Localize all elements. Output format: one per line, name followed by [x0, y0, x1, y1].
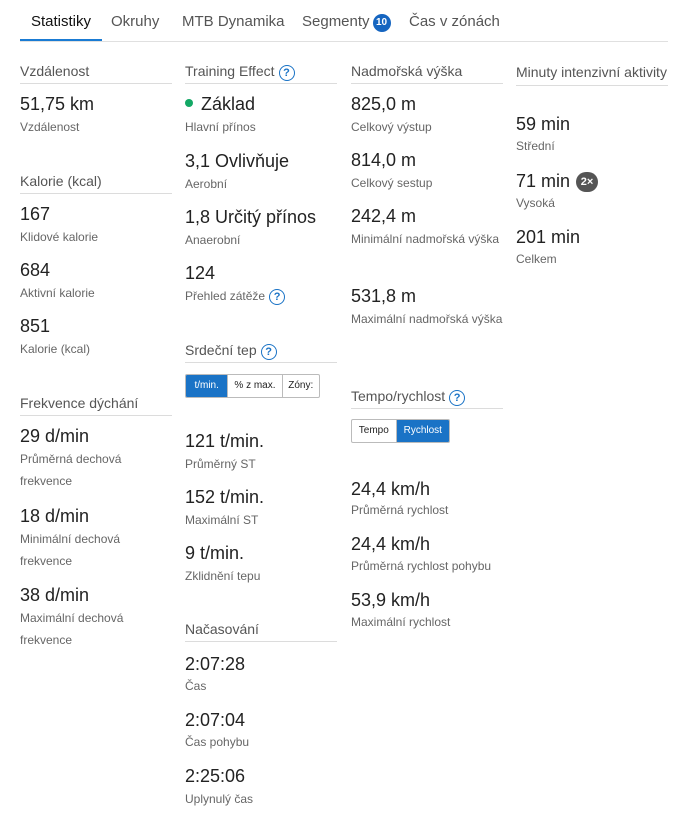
section-title-intensity: Minuty intenzivní aktivity: [516, 61, 668, 86]
stat-label: Čas: [185, 679, 207, 693]
toggle-zones[interactable]: Zóny:: [283, 375, 319, 397]
stat-label: Klidové kalorie: [20, 230, 99, 244]
stat-label: Maximální nadmořská výška: [351, 312, 503, 326]
stat-value: 53,9 km/h: [351, 590, 431, 610]
stat-value: 18 d/min: [20, 506, 90, 526]
stat-value: 71 min 2×: [516, 170, 599, 192]
stat-label: Maximální ST: [185, 513, 259, 527]
stat-value: 684: [20, 260, 51, 280]
column-2: Training Effect? Základ Hlavní přínos 3,…: [185, 0, 337, 828]
stat-value: 2:07:04: [185, 710, 246, 730]
stat-value: 1,8 Určitý přínos: [185, 207, 317, 227]
section-title-text: Training Effect: [185, 63, 275, 79]
stat-label: Hlavní přínos: [185, 120, 256, 134]
section-title-elevation: Nadmořská výška: [351, 61, 503, 84]
stat-value: 152 t/min.: [185, 487, 265, 507]
stat-value: 531,8 m: [351, 286, 417, 306]
stat-value: 24,4 km/h: [351, 479, 431, 499]
section-title-text: Tempo/rychlost: [351, 388, 446, 404]
help-icon[interactable]: ?: [260, 344, 277, 360]
stat-value: 51,75 km: [20, 94, 95, 114]
section-title-text: Srdeční tep: [185, 342, 257, 358]
section-title-speed: Tempo/rychlost?: [351, 386, 503, 409]
stat-value: 121 t/min.: [185, 431, 265, 451]
stat-label: Uplynulý čas: [185, 792, 254, 806]
section-title-calories: Kalorie (kcal): [20, 171, 172, 194]
stat-label: Aktivní kalorie: [20, 286, 95, 300]
heart-rate-unit-toggle: t/min. % z max. Zóny:: [185, 374, 320, 398]
stat-value: 124: [185, 263, 216, 283]
stat-value: 167: [20, 204, 51, 224]
stat-label: Zklidnění tepu: [185, 569, 261, 583]
section-title-distance: Vzdálenost: [20, 61, 172, 84]
stat-value: 3,1 Ovlivňuje: [185, 151, 290, 171]
stat-value-text: Základ: [201, 94, 256, 114]
stat-value: 38 d/min: [20, 585, 90, 605]
stat-label: Maximální rychlost: [351, 615, 451, 629]
stat-value: 825,0 m: [351, 94, 417, 114]
stat-label: Průměrný ST: [185, 457, 256, 471]
toggle-speed[interactable]: Rychlost: [396, 420, 449, 442]
stat-label: Anaerobní: [185, 233, 241, 247]
stat-label: Celkový sestup: [351, 176, 433, 190]
stat-value-text: 71 min: [516, 171, 571, 191]
stat-label: Vysoká: [516, 196, 555, 210]
section-title-breathing: Frekvence dýchání: [20, 393, 172, 416]
stat-value: 2:25:06: [185, 766, 246, 786]
help-icon[interactable]: ?: [278, 65, 295, 81]
status-dot-icon: [185, 99, 193, 107]
stat-label: Celkový výstup: [351, 120, 432, 134]
toggle-percent-max[interactable]: % z max.: [228, 375, 283, 397]
stat-label: Průměrná rychlost: [351, 503, 449, 517]
help-icon[interactable]: ?: [269, 289, 286, 305]
stat-label: Minimální nadmořská výška: [351, 232, 500, 246]
help-icon[interactable]: ?: [449, 390, 466, 406]
stat-label: Čas pohybu: [185, 735, 250, 749]
stat-label: Celkem: [516, 252, 557, 266]
toggle-bpm[interactable]: t/min.: [186, 375, 229, 397]
section-title-timing: Načasování: [185, 619, 337, 642]
stat-value: 242,4 m: [351, 206, 417, 226]
stat-label: Průměrná dechová frekvence: [20, 452, 122, 488]
stat-label: Průměrná rychlost pohybu: [351, 559, 492, 573]
stat-label: Aerobní: [185, 177, 228, 191]
toggle-pace[interactable]: Tempo: [352, 420, 397, 442]
stat-value: 201 min: [516, 227, 581, 247]
multiplier-badge: 2×: [576, 172, 599, 192]
stat-label: Střední: [516, 139, 555, 153]
column-4: Minuty intenzivní aktivity 59 min Středn…: [516, 0, 668, 828]
stat-label: Přehled zátěže?: [185, 285, 337, 307]
stat-value: Základ: [185, 93, 255, 115]
section-title-heart-rate: Srdeční tep?: [185, 340, 337, 363]
stat-label: Kalorie (kcal): [20, 342, 91, 356]
pace-speed-toggle: Tempo Rychlost: [351, 419, 450, 443]
stat-label: Vzdálenost: [20, 120, 80, 134]
stat-label: Maximální dechová frekvence: [20, 611, 124, 647]
stat-value: 29 d/min: [20, 426, 90, 446]
stat-value: 2:07:28: [185, 654, 246, 674]
stat-value: 851: [20, 316, 51, 336]
stat-value: 59 min: [516, 114, 571, 134]
stat-label-text: Přehled zátěže: [185, 289, 266, 303]
stat-label: Minimální dechová frekvence: [20, 532, 121, 568]
stat-value: 24,4 km/h: [351, 534, 431, 554]
stat-value: 9 t/min.: [185, 543, 245, 563]
section-title-training-effect: Training Effect?: [185, 61, 337, 84]
column-1: Vzdálenost 51,75 km Vzdálenost Kalorie (…: [20, 0, 172, 828]
column-3: Nadmořská výška 825,0 m Celkový výstup 8…: [351, 0, 503, 828]
stat-value: 814,0 m: [351, 150, 417, 170]
